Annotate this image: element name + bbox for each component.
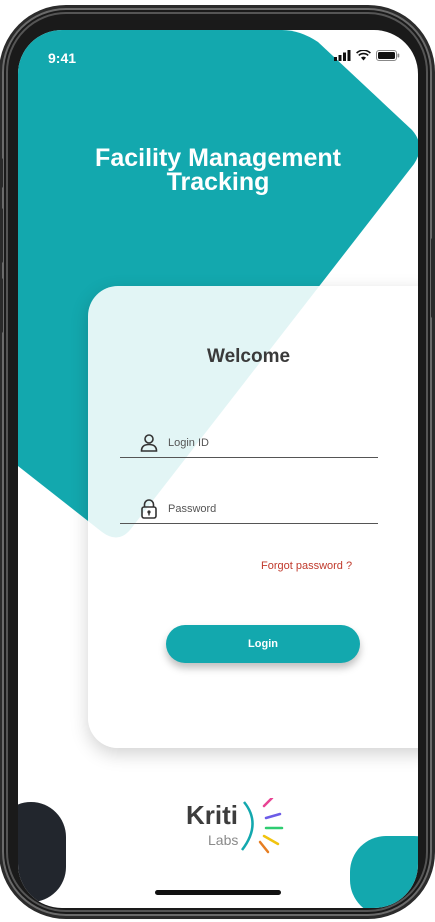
forgot-password-link[interactable]: Forgot password ?	[261, 560, 352, 572]
login-id-input[interactable]	[168, 436, 348, 449]
logo-labs-text: Labs	[208, 832, 239, 848]
volume-up-button	[0, 208, 3, 263]
side-button	[0, 158, 3, 188]
password-input[interactable]	[168, 502, 348, 515]
logo-kriti-text: Kriti	[186, 800, 238, 830]
screen-overlay: Welcome Forgot password ? Login Kriti La…	[0, 0, 435, 922]
power-button	[431, 238, 435, 318]
login-id-field[interactable]	[120, 428, 378, 458]
user-icon	[140, 433, 158, 452]
screen-content: Welcome Forgot password ? Login Kriti La…	[18, 30, 418, 908]
password-field[interactable]	[120, 494, 378, 524]
corner-teal-shape	[350, 836, 418, 908]
kriti-labs-logo: Kriti Labs	[176, 790, 286, 860]
volume-down-button	[0, 278, 3, 333]
lock-icon	[141, 498, 157, 519]
logo-swirl-icon	[241, 798, 284, 854]
corner-dark-shape	[18, 802, 66, 902]
login-button[interactable]: Login	[166, 625, 360, 663]
welcome-heading: Welcome	[207, 346, 291, 367]
home-indicator	[155, 890, 281, 895]
